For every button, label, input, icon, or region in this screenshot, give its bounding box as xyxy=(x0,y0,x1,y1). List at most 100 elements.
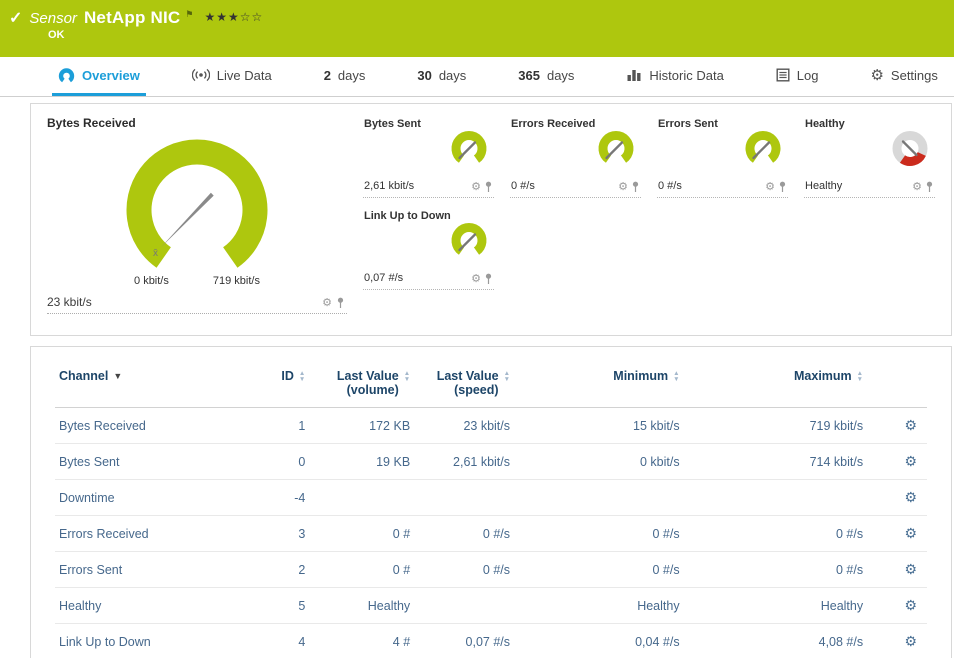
small-gauge xyxy=(445,222,493,260)
tab-30-days[interactable]: 30 days xyxy=(411,57,472,96)
channel-settings-icon[interactable]: ⚙ xyxy=(904,597,917,613)
tab-settings[interactable]: ⚙ Settings xyxy=(864,57,943,96)
tab-live-data[interactable]: Live Data xyxy=(186,57,278,96)
tab-label: Overview xyxy=(82,68,140,83)
pin-icon[interactable] xyxy=(925,181,934,193)
gauge-value: 0 #/s xyxy=(511,180,588,194)
tab-historic-data[interactable]: Historic Data xyxy=(620,57,729,96)
last-value-speed: 2,61 kbit/s xyxy=(414,444,514,480)
pin-icon[interactable] xyxy=(484,273,493,285)
channel-settings-icon[interactable]: ⚙ xyxy=(904,417,917,433)
channel-name[interactable]: Healthy xyxy=(55,588,240,624)
tab-label: Historic Data xyxy=(649,68,723,83)
channel-name[interactable]: Bytes Sent xyxy=(55,444,240,480)
maximum-value: Healthy xyxy=(684,588,868,624)
gauge-needle xyxy=(161,193,214,248)
gauge-healthy: Healthy Healthy ⚙ xyxy=(804,116,935,198)
flag-icon[interactable]: ⚑ xyxy=(185,9,193,20)
channel-settings-icon[interactable]: ⚙ xyxy=(904,489,917,505)
channel-name[interactable]: Link Up to Down xyxy=(55,624,240,658)
gauge-gear-icon[interactable]: ⚙ xyxy=(912,182,922,193)
table-row: Bytes Received 1 172 KB 23 kbit/s 15 kbi… xyxy=(55,408,927,444)
small-gauge xyxy=(739,130,787,168)
last-value-speed: 0 #/s xyxy=(414,552,514,588)
last-value-volume: 172 KB xyxy=(309,408,414,444)
pin-icon[interactable] xyxy=(336,297,345,309)
channel-id: -4 xyxy=(240,480,310,516)
tab-2-days[interactable]: 2 days xyxy=(318,57,372,96)
table-row: Healthy 5 Healthy Healthy Healthy ⚙ xyxy=(55,588,927,624)
gauge-gear-icon[interactable]: ⚙ xyxy=(322,298,332,309)
col-header-id[interactable]: ID ▲▼ xyxy=(240,363,310,408)
primary-gauge xyxy=(97,132,297,282)
gauge-gear-icon[interactable]: ⚙ xyxy=(618,182,628,193)
gauge-value: 0 #/s xyxy=(658,180,735,194)
minimum-value: 0 #/s xyxy=(514,552,684,588)
gauge-needle xyxy=(460,235,476,251)
last-value-volume: 19 KB xyxy=(309,444,414,480)
channel-settings-icon[interactable]: ⚙ xyxy=(904,453,917,469)
sensor-title: NetApp NIC xyxy=(84,8,180,28)
tab-365-days[interactable]: 365 days xyxy=(512,57,580,96)
historic-data-chart-icon xyxy=(626,68,642,82)
primary-gauge-value: 23 kbit/s xyxy=(47,295,92,309)
col-header-last-value-speed[interactable]: Last Value (speed) ▲▼ xyxy=(414,363,514,408)
gauge-gear-icon[interactable]: ⚙ xyxy=(765,182,775,193)
priority-stars[interactable]: ★★★☆☆ xyxy=(204,10,263,24)
gauge-link-up-to-down: Link Up to Down 0,07 #/s ⚙ xyxy=(363,208,494,290)
channel-name[interactable]: Errors Sent xyxy=(55,552,240,588)
last-value-volume: 4 # xyxy=(309,624,414,658)
maximum-value: 719 kbit/s xyxy=(684,408,868,444)
tab-label: days xyxy=(338,68,365,83)
channel-settings-icon[interactable]: ⚙ xyxy=(904,633,917,649)
small-gauge-status xyxy=(886,130,934,168)
channel-name[interactable]: Bytes Received xyxy=(55,408,240,444)
maximum-value xyxy=(684,480,868,516)
table-row: Link Up to Down 4 4 # 0,07 #/s 0,04 #/s … xyxy=(55,624,927,658)
maximum-value: 0 #/s xyxy=(684,552,868,588)
sort-icon[interactable]: ▲▼ xyxy=(504,371,510,383)
small-gauges-grid: Bytes Sent 2,61 kbit/s ⚙ Errors Received… xyxy=(347,116,935,325)
minimum-value: 0,04 #/s xyxy=(514,624,684,658)
col-header-maximum[interactable]: Maximum ▲▼ xyxy=(684,363,868,408)
channel-settings-icon[interactable]: ⚙ xyxy=(904,561,917,577)
gauge-gear-icon[interactable]: ⚙ xyxy=(471,182,481,193)
gauge-needle xyxy=(607,143,623,159)
pin-icon[interactable] xyxy=(484,181,493,193)
gauge-label: Errors Sent xyxy=(658,118,787,130)
sort-icon[interactable]: ▲▼ xyxy=(673,371,679,383)
tab-number: 2 xyxy=(324,68,331,83)
minimum-value: 0 #/s xyxy=(514,516,684,552)
col-header-last-value-volume[interactable]: Last Value (volume) ▲▼ xyxy=(309,363,414,408)
log-list-icon xyxy=(776,68,790,82)
tab-label: days xyxy=(439,68,466,83)
tab-log[interactable]: Log xyxy=(770,57,825,96)
sort-icon[interactable]: ▲▼ xyxy=(299,371,305,383)
pin-icon[interactable] xyxy=(778,181,787,193)
table-row: Downtime -4 ⚙ xyxy=(55,480,927,516)
gauge-gear-icon[interactable]: ⚙ xyxy=(471,274,481,285)
sort-icon[interactable]: ▲▼ xyxy=(857,371,863,383)
live-data-icon xyxy=(192,68,210,82)
pin-icon[interactable] xyxy=(631,181,640,193)
last-value-speed: 0 #/s xyxy=(414,516,514,552)
sort-icon[interactable]: ▲▼ xyxy=(404,371,410,383)
channel-name[interactable]: Downtime xyxy=(55,480,240,516)
last-value-speed xyxy=(414,480,514,516)
sort-desc-icon[interactable]: ▼ xyxy=(113,371,122,381)
channel-settings-icon[interactable]: ⚙ xyxy=(904,525,917,541)
channel-id: 5 xyxy=(240,588,310,624)
gauge-needle xyxy=(460,143,476,159)
channel-name[interactable]: Errors Received xyxy=(55,516,240,552)
gauge-bytes-sent: Bytes Sent 2,61 kbit/s ⚙ xyxy=(363,116,494,198)
tab-overview[interactable]: Overview xyxy=(52,57,146,96)
col-header-minimum[interactable]: Minimum ▲▼ xyxy=(514,363,684,408)
primary-gauge-block: Bytes Received x̄ 0 kbit/s 719 kbit/s 23… xyxy=(47,116,347,325)
small-gauge xyxy=(445,130,493,168)
gauges-panel: Bytes Received x̄ 0 kbit/s 719 kbit/s 23… xyxy=(30,103,952,336)
minimum-value: 15 kbit/s xyxy=(514,408,684,444)
mean-marker: x̄ xyxy=(153,248,158,259)
last-value-volume xyxy=(309,480,414,516)
col-header-channel[interactable]: Channel ▼ xyxy=(55,363,240,408)
last-value-speed: 0,07 #/s xyxy=(414,624,514,658)
